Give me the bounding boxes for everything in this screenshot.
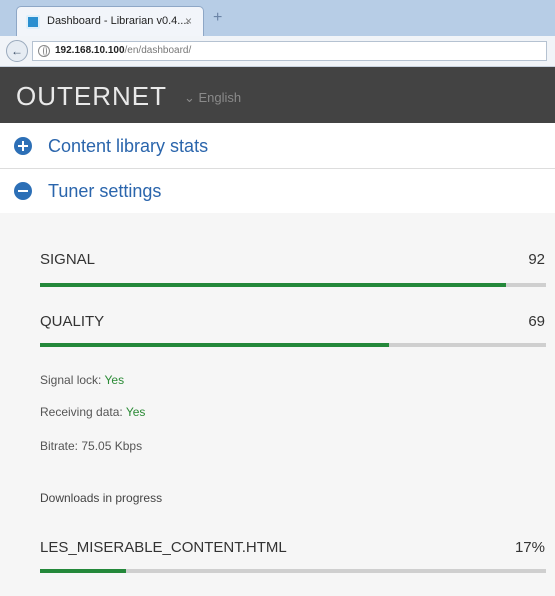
back-button[interactable]: ← xyxy=(6,40,28,62)
language-selector[interactable]: ⌄ English xyxy=(184,90,241,106)
url-text: 192.168.10.100/en/dashboard/ xyxy=(55,45,191,56)
signal-value: 92 xyxy=(528,251,545,268)
downloads-heading: Downloads in progress xyxy=(40,491,163,505)
new-tab-icon[interactable]: + xyxy=(213,10,222,26)
browser-tab-strip: Dashboard - Librarian v0.4.... × + xyxy=(0,0,555,36)
signal-meter-fill xyxy=(40,283,506,287)
receiving-data-line: Receiving data: Yes xyxy=(40,405,145,419)
section-tuner-settings[interactable]: Tuner settings xyxy=(0,169,555,214)
signal-lock-label: Signal lock: xyxy=(40,373,102,387)
download-file-name: LES_MISERABLE_CONTENT.HTML xyxy=(40,539,287,556)
signal-label: SIGNAL xyxy=(40,251,96,268)
quality-meter-fill xyxy=(40,343,390,347)
section-content-library-stats[interactable]: Content library stats xyxy=(0,124,555,169)
favicon-icon xyxy=(26,15,40,29)
bitrate-line: Bitrate: 75.05 Kbps xyxy=(40,439,143,453)
download-percent: 17% xyxy=(514,539,545,556)
url-host: 192.168.10.100 xyxy=(55,45,125,56)
browser-nav-bar: ← 192.168.10.100/en/dashboard/ xyxy=(0,36,555,67)
close-tab-icon[interactable]: × xyxy=(185,14,192,28)
address-bar[interactable]: 192.168.10.100/en/dashboard/ xyxy=(32,41,547,61)
section-title-tuner-settings[interactable]: Tuner settings xyxy=(48,181,161,202)
quality-label: QUALITY xyxy=(40,313,105,330)
download-progress-bar xyxy=(40,569,546,573)
collapse-minus-icon[interactable] xyxy=(14,182,32,200)
tuner-settings-panel: SIGNAL 92 QUALITY 69 Signal lock: Yes Re… xyxy=(0,213,555,596)
signal-lock-value: Yes xyxy=(104,373,125,387)
expand-plus-icon[interactable] xyxy=(14,137,32,155)
section-title-content-stats[interactable]: Content library stats xyxy=(48,136,208,157)
browser-tab[interactable]: Dashboard - Librarian v0.4.... × xyxy=(16,6,204,36)
tab-title: Dashboard - Librarian v0.4.... xyxy=(47,15,190,27)
signal-lock-line: Signal lock: Yes xyxy=(40,373,124,387)
globe-icon xyxy=(38,45,50,57)
receiving-data-label: Receiving data: xyxy=(40,405,123,419)
outernet-logo[interactable]: OUTERNET xyxy=(16,81,167,112)
app-header: OUTERNET ⌄ English xyxy=(0,67,555,123)
download-progress-fill xyxy=(40,569,127,573)
receiving-data-value: Yes xyxy=(125,405,146,419)
signal-meter xyxy=(40,283,546,287)
url-path: /en/dashboard/ xyxy=(124,45,192,56)
quality-value: 69 xyxy=(528,313,545,330)
quality-meter xyxy=(40,343,546,347)
